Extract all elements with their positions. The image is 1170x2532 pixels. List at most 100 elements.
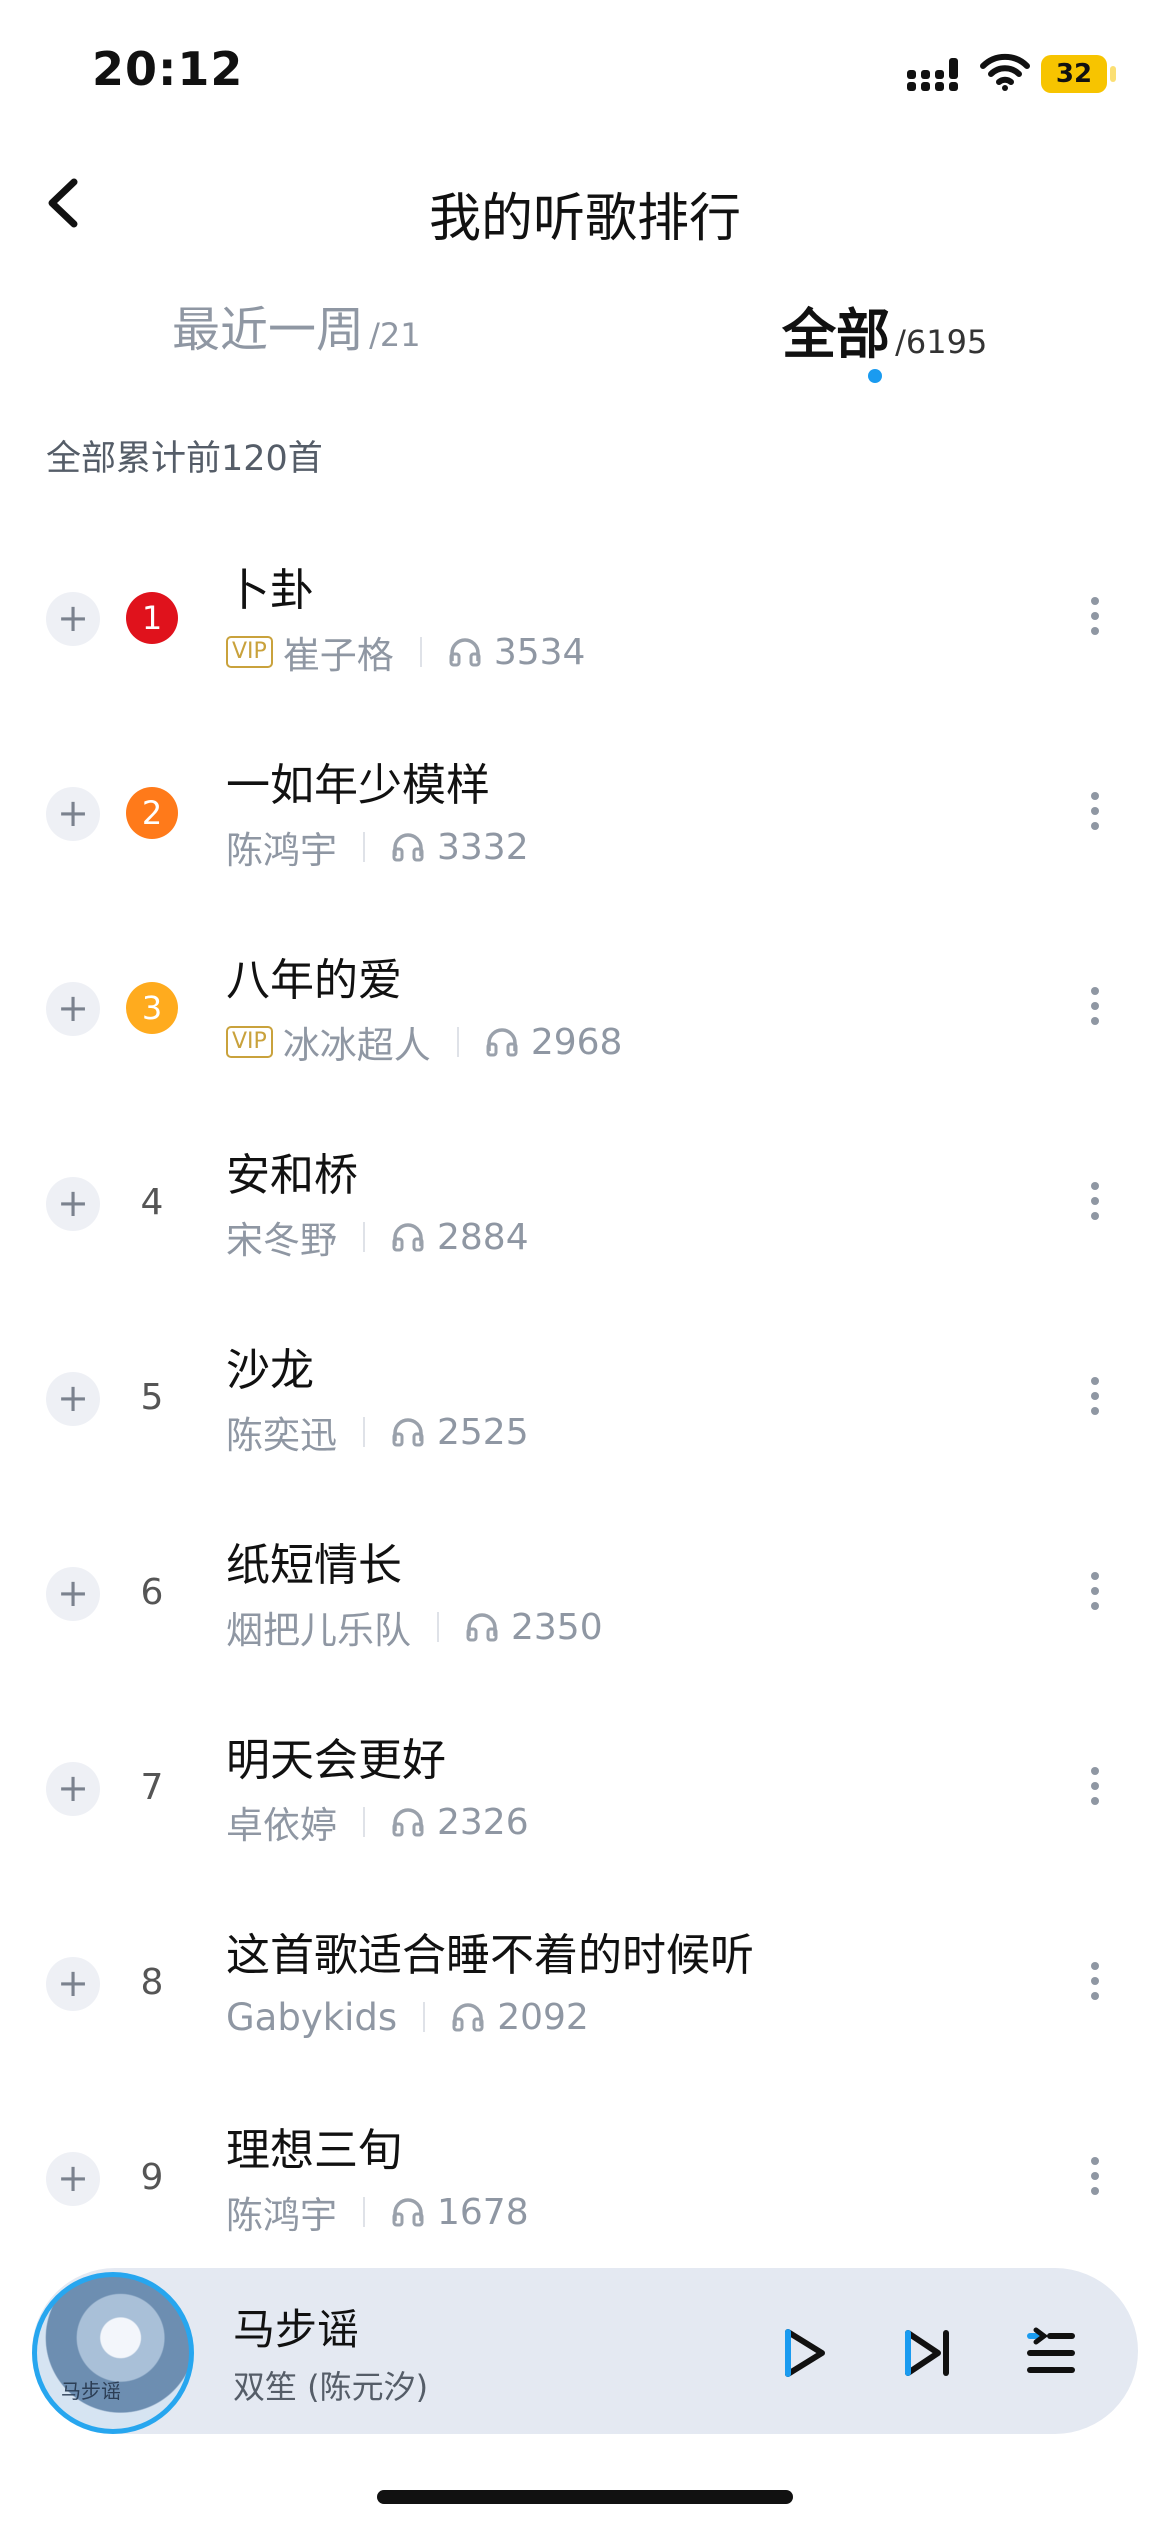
artist-name[interactable]: 崔子格 (283, 625, 394, 679)
headphone-icon (392, 2198, 424, 2227)
divider (363, 1807, 365, 1837)
song-row[interactable]: + 7 明天会更好 卓依婷 2326 (0, 1690, 1170, 1885)
battery-tip (1110, 66, 1116, 82)
play-icon[interactable] (768, 2318, 838, 2388)
ranking-summary: 全部累计前120首 (46, 439, 323, 479)
artist-name[interactable]: 卓依婷 (226, 1795, 337, 1849)
now-playing-title: 马步谣 (233, 2305, 360, 2354)
vip-badge: VIP (226, 636, 273, 668)
more-vertical-icon[interactable] (1080, 592, 1110, 648)
mini-player[interactable] (32, 2268, 1138, 2434)
song-title: 卜卦 (226, 565, 314, 616)
plus-icon[interactable]: + (46, 1957, 100, 2011)
rank-number: 3 (126, 982, 178, 1034)
song-row[interactable]: + 1 卜卦 VIP 崔子格 3534 (0, 520, 1170, 715)
play-count: 2968 (530, 1021, 623, 1063)
more-vertical-icon[interactable] (1080, 1567, 1110, 1623)
song-row[interactable]: + 9 理想三旬 陈鸿宇 1678 (0, 2080, 1170, 2275)
song-row[interactable]: + 6 纸短情长 烟把儿乐队 2350 (0, 1495, 1170, 1690)
plus-icon[interactable]: + (46, 1762, 100, 1816)
album-cover[interactable]: 马步谣 (32, 2272, 194, 2434)
play-count: 2525 (437, 1411, 529, 1453)
status-time: 20:12 (92, 42, 244, 96)
artist-name[interactable]: 冰冰超人 (283, 1015, 431, 1069)
song-title: 八年的爱 (226, 955, 402, 1006)
play-count: 2092 (497, 1996, 589, 2038)
more-vertical-icon[interactable] (1080, 1762, 1110, 1818)
song-meta: VIP 崔子格 3534 (226, 625, 586, 679)
plus-icon[interactable]: + (46, 2152, 100, 2206)
plus-icon[interactable]: + (46, 592, 100, 646)
song-row[interactable]: + 3 八年的爱 VIP 冰冰超人 2968 (0, 910, 1170, 1105)
plus-icon[interactable]: + (46, 982, 100, 1036)
divider (363, 832, 365, 862)
more-vertical-icon[interactable] (1080, 1372, 1110, 1428)
headphone-icon (449, 638, 481, 667)
song-meta: 陈鸿宇 3332 (226, 820, 529, 874)
rank-number: 6 (140, 1572, 164, 1613)
divider (423, 2002, 426, 2032)
rank-number: 2 (126, 787, 178, 839)
song-meta: VIP 冰冰超人 2968 (226, 1015, 623, 1069)
song-row[interactable]: + 8 这首歌适合睡不着的时候听 Gabykids 2092 (0, 1885, 1170, 2080)
divider (363, 1222, 365, 1252)
tab-count: /6195 (895, 323, 988, 361)
navigation-header: 我的听歌排行 (0, 150, 1170, 260)
cover-title: 马步谣 (61, 2379, 121, 2403)
wifi-icon (980, 53, 1030, 91)
headphone-icon (452, 2003, 484, 2032)
artist-name[interactable]: 陈奕迅 (226, 1405, 337, 1459)
song-title: 理想三旬 (226, 2125, 402, 2176)
headphone-icon (466, 1613, 498, 1642)
artist-name[interactable]: 陈鸿宇 (226, 820, 337, 874)
more-vertical-icon[interactable] (1080, 787, 1110, 843)
song-meta: 陈奕迅 2525 (226, 1405, 529, 1459)
more-vertical-icon[interactable] (1080, 1177, 1110, 1233)
song-title: 这首歌适合睡不着的时候听 (226, 1930, 754, 1981)
song-meta: 宋冬野 2884 (226, 1210, 529, 1264)
active-tab-indicator (868, 369, 882, 383)
more-vertical-icon[interactable] (1080, 2152, 1110, 2208)
song-title: 沙龙 (226, 1345, 314, 1396)
rank-number: 9 (140, 2157, 164, 2198)
play-count: 2884 (437, 1216, 529, 1258)
rank-number: 4 (140, 1182, 164, 1223)
headphone-icon (392, 1808, 424, 1837)
tab-recent-week[interactable]: 最近一周 /21 (172, 290, 421, 360)
song-row[interactable]: + 5 沙龙 陈奕迅 2525 (0, 1300, 1170, 1495)
cellular-signal-icon (907, 58, 958, 91)
plus-icon[interactable]: + (46, 1177, 100, 1231)
play-count: 1678 (437, 2191, 529, 2233)
song-row[interactable]: + 4 安和桥 宋冬野 2884 (0, 1105, 1170, 1300)
song-title: 明天会更好 (226, 1735, 446, 1786)
song-title: 安和桥 (226, 1150, 358, 1201)
play-count: 3534 (493, 631, 586, 673)
divider (419, 637, 422, 667)
artist-name[interactable]: 宋冬野 (226, 1210, 337, 1264)
song-meta: 烟把儿乐队 2350 (226, 1600, 603, 1654)
artist-name[interactable]: Gabykids (226, 1996, 397, 2039)
headphone-icon (392, 1223, 424, 1252)
tab-label: 最近一周 (172, 302, 365, 358)
artist-name[interactable]: 烟把儿乐队 (226, 1600, 411, 1654)
plus-icon[interactable]: + (46, 1372, 100, 1426)
play-count: 2350 (511, 1606, 603, 1648)
artist-name[interactable]: 陈鸿宇 (226, 2185, 337, 2239)
next-track-icon[interactable] (892, 2318, 962, 2388)
rank-number: 8 (140, 1962, 164, 2003)
tab-all[interactable]: 全部 /6195 (782, 290, 987, 369)
status-bar: 20:12 32 (0, 0, 1170, 150)
playlist-icon[interactable] (1016, 2318, 1086, 2388)
song-title: 一如年少模样 (226, 760, 490, 811)
more-vertical-icon[interactable] (1080, 1957, 1110, 2013)
battery-indicator: 32 (1041, 55, 1107, 93)
rank-number: 1 (126, 592, 178, 644)
divider (363, 2197, 365, 2227)
plus-icon[interactable]: + (46, 1567, 100, 1621)
plus-icon[interactable]: + (46, 787, 100, 841)
song-row[interactable]: + 2 一如年少模样 陈鸿宇 3332 (0, 715, 1170, 910)
now-playing-artist: 双笙 (陈元汐) (233, 2368, 429, 2406)
rank-number: 7 (140, 1767, 164, 1808)
more-vertical-icon[interactable] (1080, 982, 1110, 1038)
divider (437, 1612, 439, 1642)
